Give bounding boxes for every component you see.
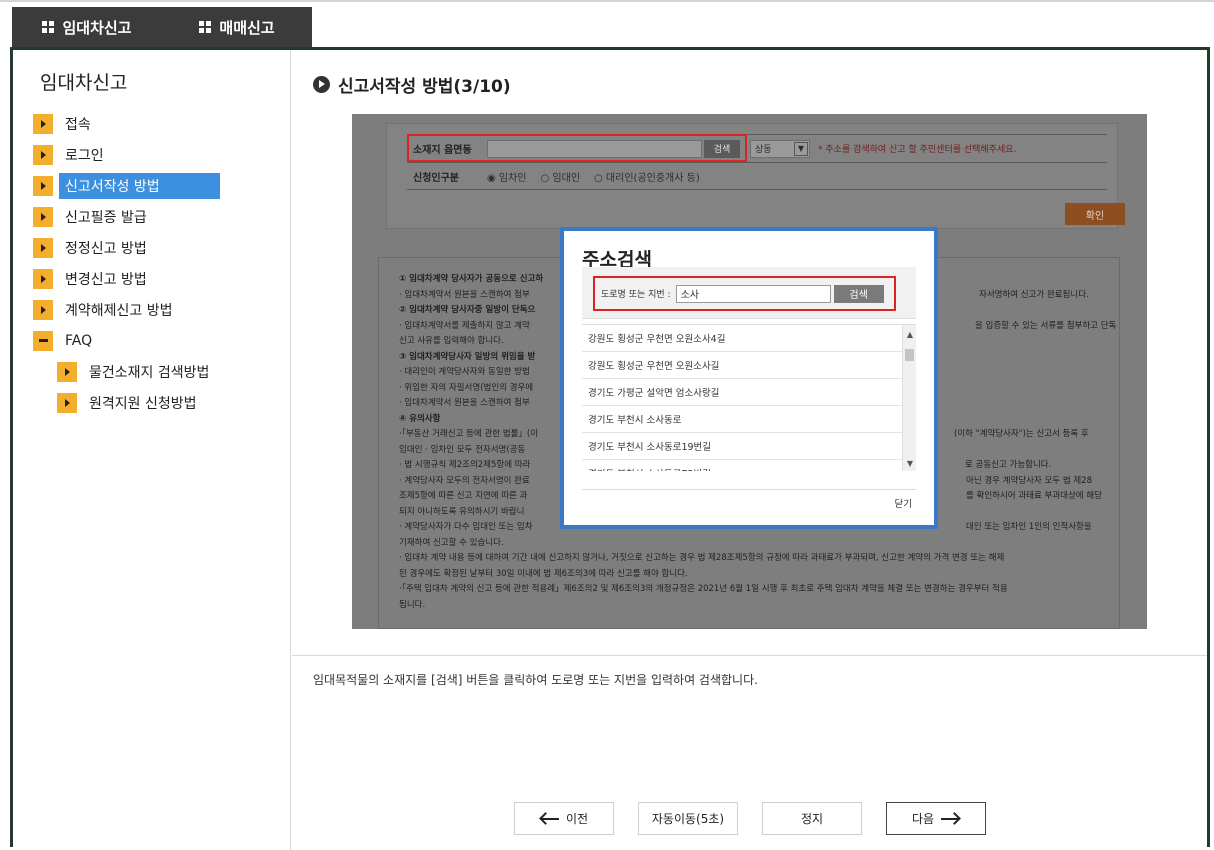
applicant-label: 신청인구분 bbox=[413, 172, 459, 184]
address-warning: * 주소를 검색하여 신고 할 주민센터를 선택해주세요. bbox=[818, 145, 1017, 155]
sidebar-item-write-report[interactable]: 신고서작성 방법 bbox=[33, 170, 273, 201]
arrow-right-icon bbox=[33, 268, 53, 289]
sidebar-item-remote-support[interactable]: 원격지원 신청방법 bbox=[33, 387, 273, 418]
sidebar-item-address-search[interactable]: 물건소재지 검색방법 bbox=[33, 356, 273, 387]
dong-select-value: 상동 bbox=[755, 145, 772, 155]
arrow-right-icon bbox=[33, 237, 53, 258]
sidebar: 임대차신고 접속 로그인 신고서작성 방법 신고필증 발급 정정신고 방법 변경… bbox=[13, 50, 291, 850]
note-line: ·「주택 임대차 계약의 신고 등에 관한 적용례」제6조의2 및 제6조의3의… bbox=[399, 584, 1008, 594]
list-item: 강원도 횡성군 우천면 오원소사4길 bbox=[582, 325, 902, 352]
modal-scrollbar: ▲ ▼ bbox=[902, 325, 916, 471]
arrow-right-icon bbox=[57, 392, 77, 413]
dong-select: 상동 ▼ bbox=[750, 139, 810, 158]
tab-label: 매매신고 bbox=[219, 18, 275, 37]
list-item: 강원도 횡성군 우천면 오원소사길 bbox=[582, 352, 902, 379]
scroll-thumb bbox=[905, 349, 914, 361]
chevron-up-icon: ▲ bbox=[906, 329, 914, 339]
tab-lease-report[interactable]: 임대차신고 bbox=[12, 7, 162, 47]
modal-search-button: 검색 bbox=[833, 284, 884, 303]
note-line: 됩니다. bbox=[399, 599, 426, 610]
confirm-button-preview: 확인 bbox=[1065, 203, 1125, 225]
stop-button[interactable]: 정지 bbox=[762, 802, 862, 835]
main-content: 신고서작성 방법(3/10) 소재지 읍면동 검색 상동 ▼ * 주소를 검색하여… bbox=[292, 50, 1207, 850]
report-form-preview: 소재지 읍면동 검색 상동 ▼ * 주소를 검색하여 신고 할 주민센터를 선택해… bbox=[386, 123, 1125, 229]
arrow-right-icon bbox=[33, 113, 53, 134]
arrow-right-icon bbox=[940, 813, 960, 825]
sidebar-item-cancel-contract[interactable]: 계약해제신고 방법 bbox=[33, 294, 273, 325]
step-description: 임대목적물의 소재지를 [검색] 버튼을 클릭하여 도로명 또는 지번을 입력하… bbox=[313, 673, 758, 687]
prev-button[interactable]: 이전 bbox=[514, 802, 614, 835]
prev-label: 이전 bbox=[565, 812, 589, 826]
note-line: 기재하여 신고할 수 있습니다. bbox=[399, 537, 504, 548]
applicant-row: 신청인구분 ◉ 임차인 ○ 임대인 ○ 대리인(공인중개사 등) bbox=[407, 162, 1107, 190]
stop-label: 정지 bbox=[800, 812, 824, 826]
auto-label: 자동이동(5초) bbox=[651, 812, 725, 826]
list-item: 경기도 부천시 소사동로 bbox=[582, 406, 902, 433]
address-highlight bbox=[407, 134, 747, 162]
tutorial-screenshot: 소재지 읍면동 검색 상동 ▼ * 주소를 검색하여 신고 할 주민센터를 선택해… bbox=[352, 114, 1147, 629]
sidebar-menu: 접속 로그인 신고서작성 방법 신고필증 발급 정정신고 방법 변경신고 방법 … bbox=[33, 108, 273, 418]
play-circle-icon bbox=[313, 76, 330, 93]
modal-search-highlight: 도로명 또는 지번 : 소사 검색 bbox=[593, 276, 896, 311]
modal-search-bar: 도로명 또는 지번 : 소사 검색 bbox=[582, 267, 916, 319]
sidebar-item-correction[interactable]: 정정신고 방법 bbox=[33, 232, 273, 263]
next-button[interactable]: 다음 bbox=[886, 802, 986, 835]
sidebar-item-login[interactable]: 로그인 bbox=[33, 139, 273, 170]
modal-result-list: 강원도 횡성군 우천면 오원소사4길 강원도 횡성군 우천면 오원소사길 경기도… bbox=[582, 324, 916, 471]
arrow-right-icon bbox=[33, 206, 53, 227]
list-item: 경기도 부천시 소사동로72번길 bbox=[582, 460, 902, 471]
tab-label: 임대차신고 bbox=[62, 18, 132, 37]
sidebar-item-change[interactable]: 변경신고 방법 bbox=[33, 263, 273, 294]
modal-search-label: 도로명 또는 지번 : bbox=[601, 290, 671, 300]
arrow-right-icon bbox=[33, 144, 53, 165]
minus-icon bbox=[33, 330, 53, 351]
note-line: · 임대차 계약 내용 등에 대하여 기간 내에 신고하지 않거나, 거짓으로 … bbox=[399, 553, 1005, 563]
auto-advance-button[interactable]: 자동이동(5초) bbox=[638, 802, 738, 835]
navigation-buttons: 이전 자동이동(5초) 정지 다음 bbox=[514, 802, 986, 835]
radio-lessor: ○ 임대인 bbox=[540, 172, 581, 184]
top-tabs: 임대차신고 매매신고 bbox=[12, 7, 312, 47]
arrow-right-icon bbox=[33, 175, 53, 196]
arrow-right-icon bbox=[33, 299, 53, 320]
sidebar-item-certificate[interactable]: 신고필증 발급 bbox=[33, 201, 273, 232]
grid-icon bbox=[199, 21, 212, 33]
note-line: 된 경우에도 확정된 날부터 30일 이내에 법 제6조의3에 따라 신고를 해… bbox=[399, 568, 688, 579]
top-divider bbox=[0, 0, 1214, 2]
radio-lessee: ◉ 임차인 bbox=[487, 172, 527, 184]
modal-footer-divider bbox=[582, 489, 916, 490]
tab-sale-report[interactable]: 매매신고 bbox=[162, 7, 312, 47]
modal-close-link: 닫기 bbox=[894, 499, 912, 510]
radio-agent: ○ 대리인(공인중개사 등) bbox=[594, 172, 700, 184]
list-item: 경기도 가평군 설악면 엄소사랑길 bbox=[582, 379, 902, 406]
list-item: 경기도 부천시 소사동로19번길 bbox=[582, 433, 902, 460]
chevron-down-icon: ▼ bbox=[794, 141, 808, 156]
sidebar-item-connect[interactable]: 접속 bbox=[33, 108, 273, 139]
next-label: 다음 bbox=[911, 812, 935, 826]
sidebar-title: 임대차신고 bbox=[40, 72, 128, 94]
arrow-right-icon bbox=[57, 361, 77, 382]
page-title: 신고서작성 방법(3/10) bbox=[313, 72, 511, 97]
arrow-left-icon bbox=[540, 813, 560, 825]
content-frame: 임대차신고 접속 로그인 신고서작성 방법 신고필증 발급 정정신고 방법 변경… bbox=[10, 47, 1210, 850]
grid-icon bbox=[42, 21, 55, 33]
description-divider bbox=[292, 655, 1207, 656]
modal-search-input: 소사 bbox=[675, 284, 831, 303]
page-title-text: 신고서작성 방법(3/10) bbox=[338, 77, 511, 97]
address-search-modal: 주소검색 도로명 또는 지번 : 소사 검색 강원도 횡성군 우천면 오원소사4… bbox=[560, 227, 938, 529]
sidebar-item-faq[interactable]: FAQ bbox=[33, 325, 273, 356]
chevron-down-icon: ▼ bbox=[906, 458, 914, 468]
